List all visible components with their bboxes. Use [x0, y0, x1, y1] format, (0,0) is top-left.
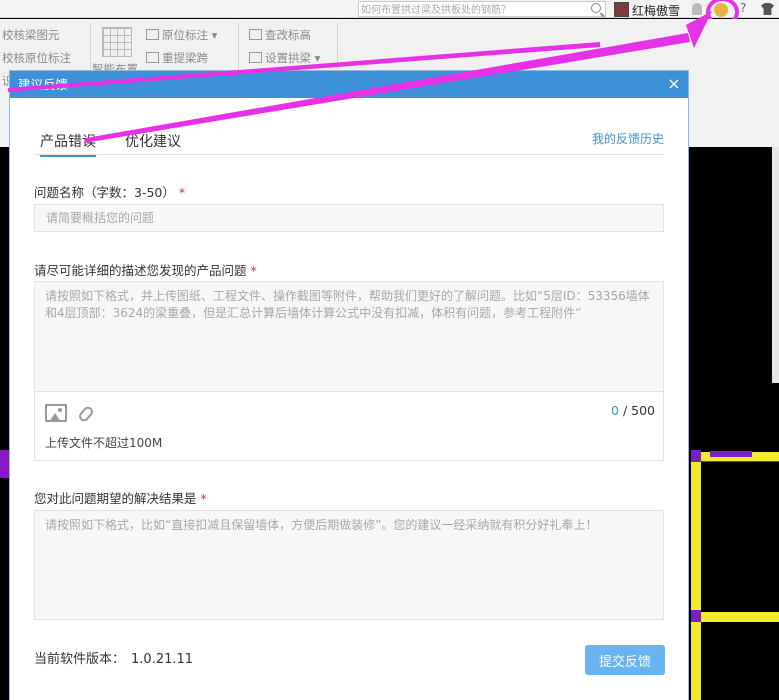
- app-top-bar: 红梅傲雪 ?: [0, 0, 779, 27]
- tab-product-error[interactable]: 产品错误: [40, 131, 96, 157]
- submit-feedback-button[interactable]: 提交反馈: [585, 645, 665, 675]
- char-counter: 0 / 500: [611, 403, 655, 418]
- help-search-box[interactable]: [358, 1, 606, 18]
- canvas-purple-node: [710, 451, 752, 457]
- annotation-icon: [146, 29, 159, 40]
- expectation-textarea[interactable]: [34, 510, 664, 620]
- arch-icon: [249, 52, 262, 63]
- elevation-icon: [249, 29, 262, 40]
- canvas-yellow-beam: [691, 452, 701, 700]
- help-search-input[interactable]: [359, 3, 581, 18]
- feedback-history-link[interactable]: 我的反馈历史: [592, 130, 664, 147]
- canvas-purple-node: [691, 610, 701, 622]
- feedback-tabs: 产品错误 优化建议 我的反馈历史: [34, 127, 664, 157]
- description-textarea[interactable]: [35, 282, 663, 392]
- smart-layout-icon[interactable]: [102, 27, 132, 57]
- required-mark: *: [250, 263, 257, 278]
- ribbon-in-place-annotation[interactable]: 原位标注 ▾: [146, 27, 217, 43]
- span-icon: [146, 52, 159, 63]
- canvas-purple-element: [0, 450, 9, 478]
- canvas-red-line: [700, 461, 779, 462]
- software-version: 当前软件版本： 1.0.21.11: [34, 648, 193, 667]
- ribbon-re-extract-span[interactable]: 重提梁跨: [146, 50, 208, 66]
- help-icon[interactable]: ?: [740, 1, 746, 15]
- question-title-label: 问题名称（字数：3-50） *: [34, 185, 186, 200]
- version-value: 1.0.21.11: [131, 652, 194, 667]
- required-mark: *: [200, 491, 207, 506]
- ribbon-edit-elevation[interactable]: 查改标高: [249, 27, 311, 43]
- skin-icon[interactable]: [761, 3, 774, 15]
- image-upload-icon[interactable]: [45, 404, 67, 422]
- user-name[interactable]: 红梅傲雪: [632, 2, 680, 19]
- upload-size-note: 上传文件不超过100M: [45, 436, 163, 450]
- question-title-input[interactable]: [34, 204, 664, 232]
- version-label: 当前软件版本：: [34, 652, 126, 667]
- ribbon-check-annotation[interactable]: 校核原位标注: [2, 50, 71, 66]
- description-label: 请尽可能详细的描述您发现的产品问题 *: [34, 263, 257, 278]
- avatar[interactable]: [614, 2, 629, 17]
- attachment-icon[interactable]: [77, 404, 95, 424]
- dialog-title: 建议反馈: [18, 77, 69, 92]
- side-panel-strip: [772, 147, 779, 383]
- search-icon[interactable]: [591, 3, 601, 13]
- expectation-label: 您对此问题期望的解决结果是 *: [34, 491, 207, 506]
- required-mark: *: [178, 185, 186, 200]
- feedback-dialog: 建议反馈 × 产品错误 优化建议 我的反馈历史 问题名称（字数：3-50） * 请…: [9, 70, 689, 700]
- description-box: 0 / 500 上传文件不超过100M: [34, 281, 664, 461]
- dialog-title-bar: 建议反馈 ×: [10, 71, 688, 98]
- bell-icon[interactable]: [692, 3, 702, 15]
- ribbon-set-arch-beam[interactable]: 设置拱梁 ▾: [249, 50, 320, 66]
- close-button[interactable]: ×: [664, 71, 684, 98]
- canvas-yellow-beam: [691, 612, 779, 622]
- tab-optimization-suggestion[interactable]: 优化建议: [125, 131, 181, 151]
- ribbon-check-beam[interactable]: 校核梁图元: [2, 27, 60, 43]
